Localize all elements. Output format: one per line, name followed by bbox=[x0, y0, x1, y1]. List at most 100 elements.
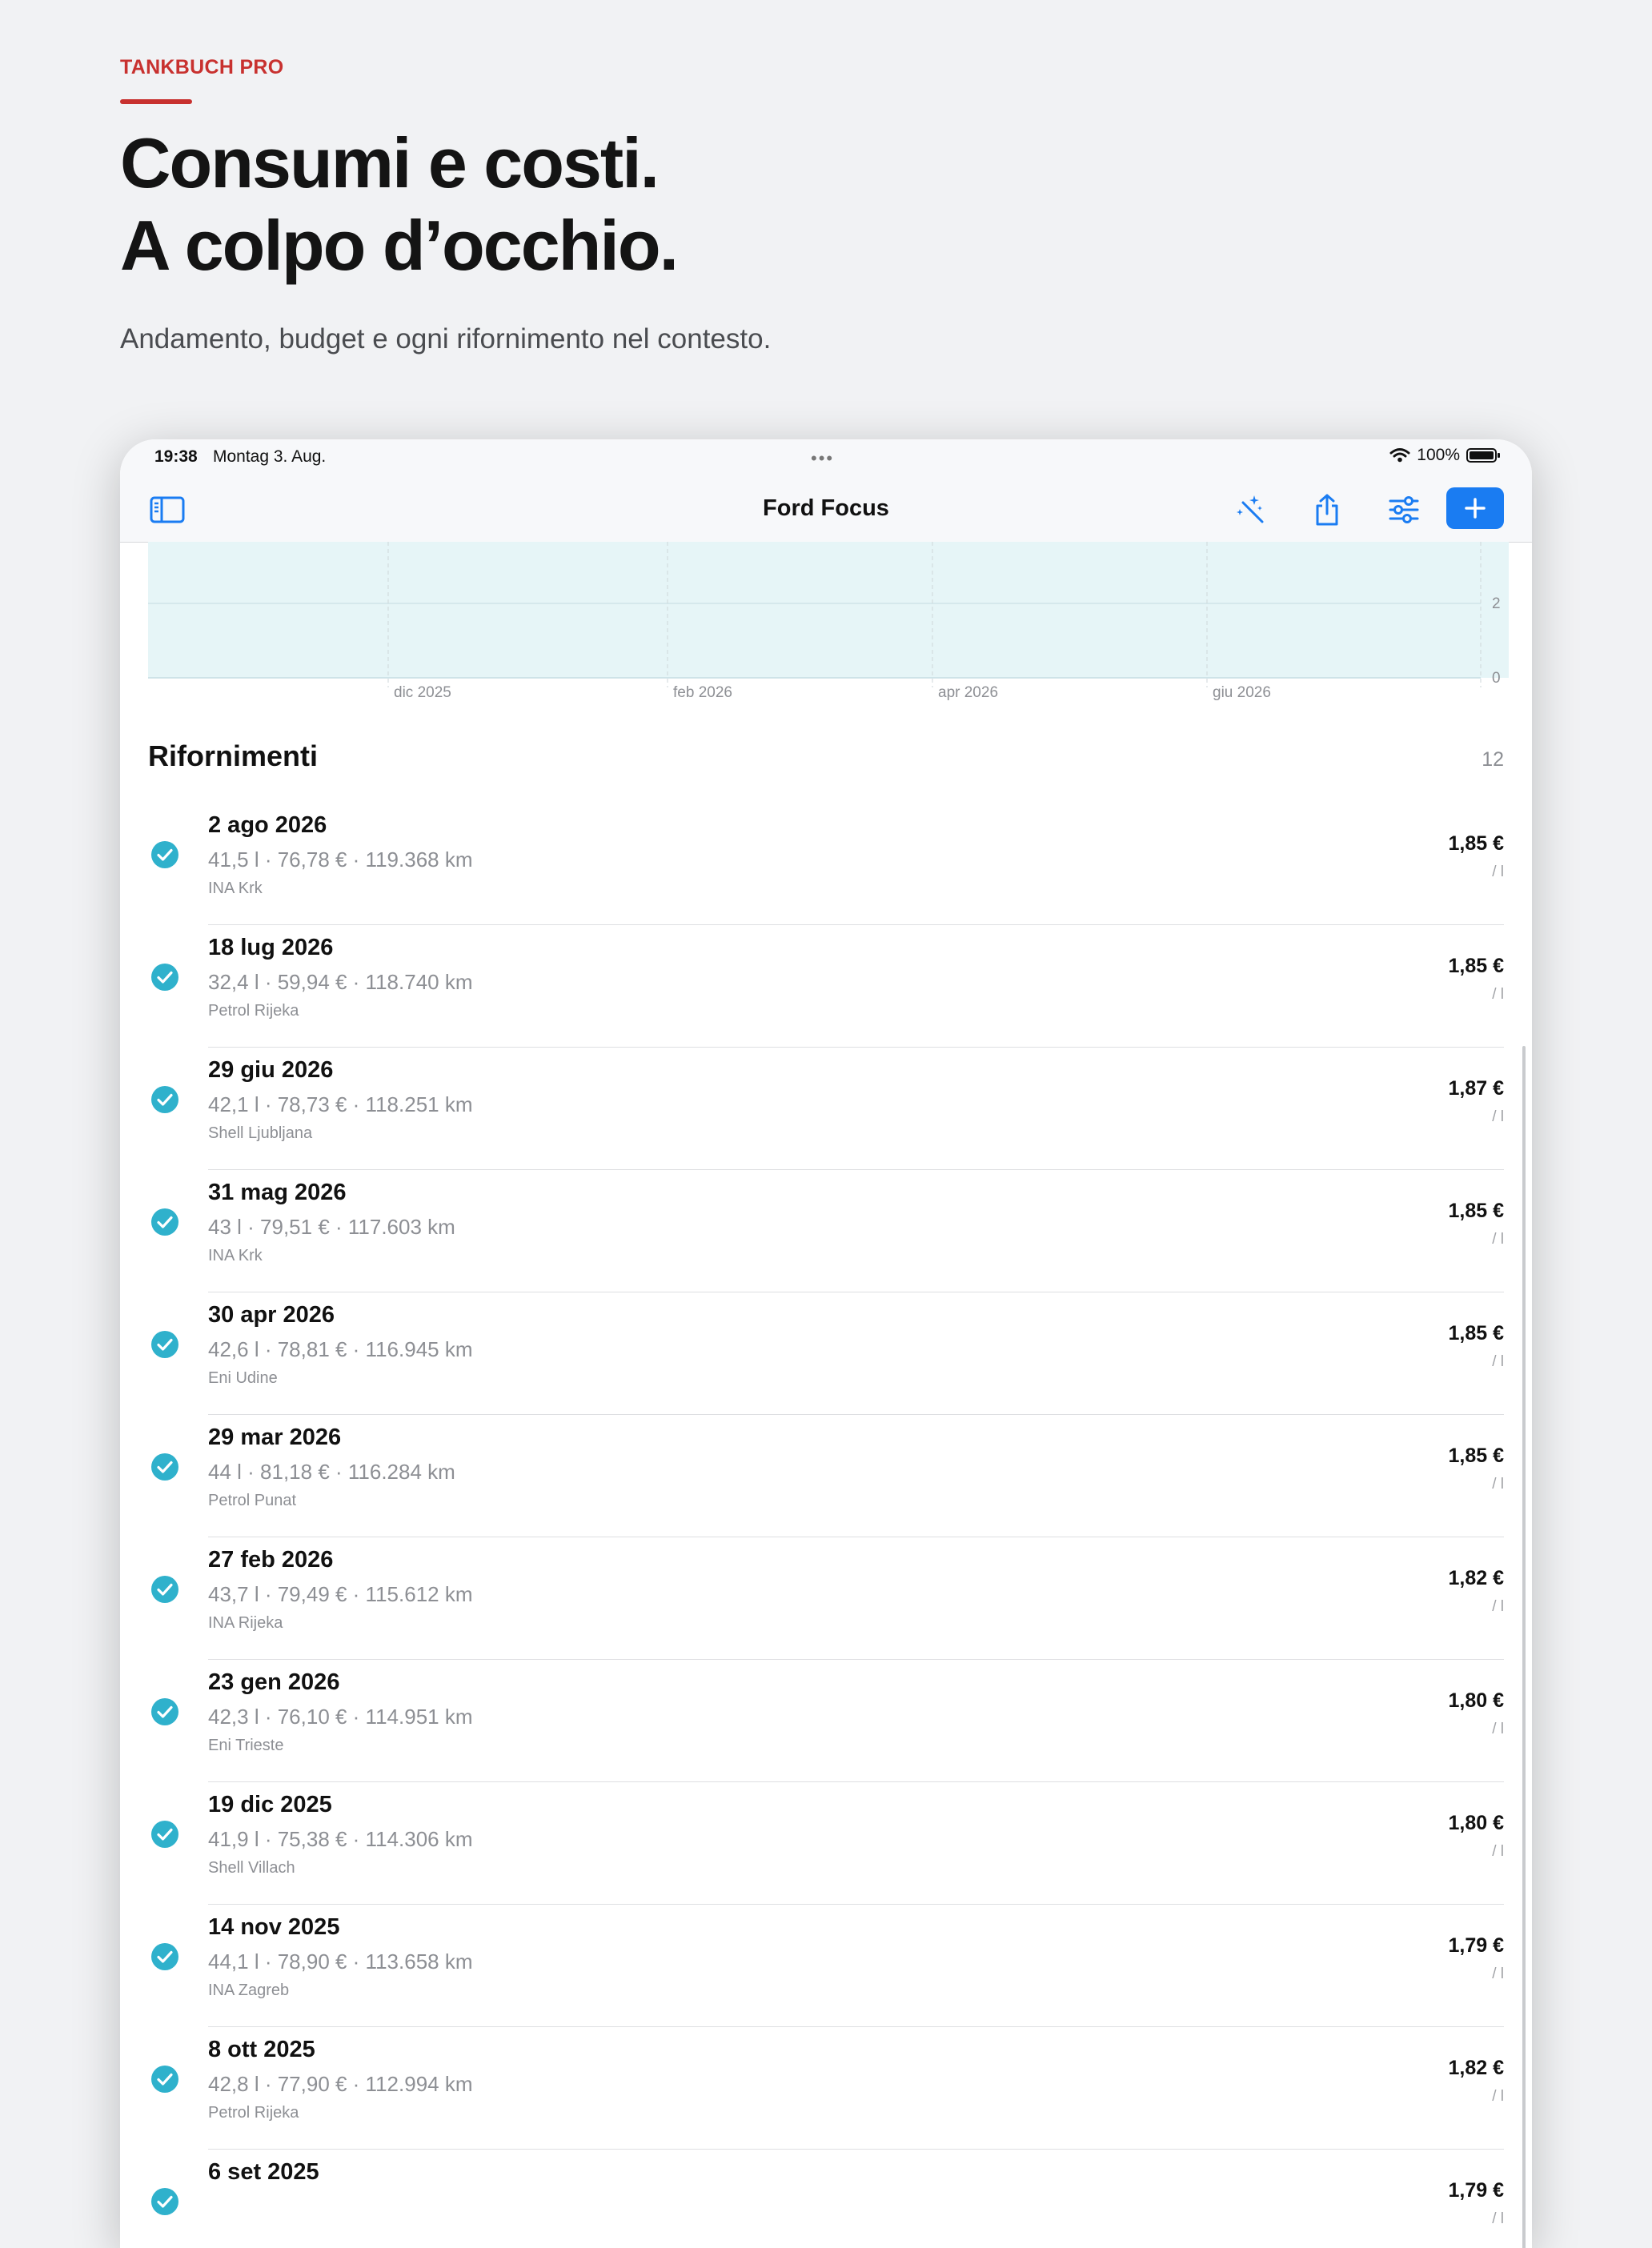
share-icon[interactable] bbox=[1308, 491, 1346, 529]
refuel-date: 23 gen 2026 bbox=[208, 1669, 340, 1695]
refuel-list: 2 ago 2026 41,5 l · 76,78 € · 119.368 km… bbox=[120, 803, 1532, 2248]
refuel-price: 1,79 € bbox=[1448, 2179, 1504, 2202]
refuel-row[interactable]: 18 lug 2026 32,4 l · 59,94 € · 118.740 k… bbox=[120, 925, 1532, 1048]
refuel-detail: 42,1 l · 78,73 € · 118.251 km bbox=[208, 1092, 473, 1116]
chart-y-label: 0 bbox=[1492, 670, 1501, 687]
status-time: 19:38 bbox=[154, 447, 198, 466]
refuel-date: 29 mar 2026 bbox=[208, 1425, 342, 1450]
checkmark-circle-icon bbox=[151, 1943, 178, 1970]
refuel-station: Petrol Rijeka bbox=[208, 1002, 299, 1020]
refuel-row[interactable]: 23 gen 2026 42,3 l · 76,10 € · 114.951 k… bbox=[120, 1660, 1532, 1782]
refuel-detail: 41,5 l · 76,78 € · 119.368 km bbox=[208, 848, 473, 872]
refuel-price: 1,85 € bbox=[1448, 1322, 1504, 1344]
refuel-detail: 41,9 l · 75,38 € · 114.306 km bbox=[208, 1827, 473, 1851]
status-date: Montag 3. Aug. bbox=[213, 447, 327, 466]
magic-wand-icon[interactable] bbox=[1231, 491, 1269, 529]
refuel-price-unit: / l bbox=[1492, 1476, 1504, 1493]
refuel-date: 27 feb 2026 bbox=[208, 1547, 334, 1573]
refuel-station: Shell Ljubljana bbox=[208, 1124, 313, 1142]
checkmark-circle-icon bbox=[151, 1698, 178, 1725]
refuel-station: INA Zagreb bbox=[208, 1982, 290, 1999]
refuel-row[interactable]: 31 mag 2026 43 l · 79,51 € · 117.603 km … bbox=[120, 1170, 1532, 1292]
section-count: 12 bbox=[1482, 748, 1504, 771]
section-title: Rifornimenti bbox=[148, 739, 318, 772]
checkmark-circle-icon bbox=[151, 1453, 178, 1481]
checkmark-circle-icon bbox=[151, 964, 178, 991]
promo-headline: Consumi e costi. A colpo d’occhio. bbox=[120, 122, 679, 287]
refuel-row[interactable]: 27 feb 2026 43,7 l · 79,49 € · 115.612 k… bbox=[120, 1537, 1532, 1660]
refuel-station: Petrol Punat bbox=[208, 1492, 297, 1509]
chart-x-label: feb 2026 bbox=[673, 684, 732, 701]
refuel-price: 1,80 € bbox=[1448, 1812, 1504, 1834]
promo-eyebrow: TANKBUCH PRO bbox=[120, 56, 284, 78]
refuel-row[interactable]: 14 nov 2025 44,1 l · 78,90 € · 113.658 k… bbox=[120, 1905, 1532, 2027]
chart-area-fill bbox=[148, 542, 1509, 678]
plus-icon bbox=[1465, 498, 1486, 519]
refuel-station: INA Krk bbox=[208, 880, 263, 897]
battery-icon bbox=[1466, 448, 1500, 463]
refuel-row[interactable]: 29 giu 2026 42,1 l · 78,73 € · 118.251 k… bbox=[120, 1048, 1532, 1170]
status-bar: 19:38 Montag 3. Aug. ••• 100% bbox=[120, 439, 1532, 475]
promo-eyebrow-underline bbox=[120, 99, 192, 104]
promo-subline: Andamento, budget e ogni rifornimento ne… bbox=[120, 323, 772, 355]
refuel-detail: 43,7 l · 79,49 € · 115.612 km bbox=[208, 1582, 473, 1606]
refuel-station: Eni Udine bbox=[208, 1369, 278, 1387]
refuel-price-unit: / l bbox=[1492, 986, 1504, 1003]
chart-y-label: 2 bbox=[1492, 595, 1501, 612]
refuel-price: 1,79 € bbox=[1448, 1934, 1504, 1957]
checkmark-circle-icon bbox=[151, 1086, 178, 1113]
refuel-date: 19 dic 2025 bbox=[208, 1792, 332, 1817]
promo-headline-line-2: A colpo d’occhio. bbox=[120, 206, 679, 285]
refuel-station: INA Rijeka bbox=[208, 1614, 283, 1632]
refuel-price: 1,85 € bbox=[1448, 832, 1504, 855]
chart-x-label: dic 2025 bbox=[394, 684, 451, 701]
refuel-detail: 42,8 l · 77,90 € · 112.994 km bbox=[208, 2072, 473, 2096]
sliders-icon[interactable] bbox=[1385, 491, 1423, 529]
refuel-price: 1,82 € bbox=[1448, 2057, 1504, 2079]
checkmark-circle-icon bbox=[151, 1821, 178, 1848]
wifi-icon bbox=[1389, 448, 1410, 463]
checkmark-circle-icon bbox=[151, 2066, 178, 2093]
refuel-price-unit: / l bbox=[1492, 2210, 1504, 2227]
refuel-station: INA Krk bbox=[208, 1247, 263, 1264]
refuel-station: Shell Villach bbox=[208, 1859, 295, 1877]
refuel-row[interactable]: 6 set 2025 1,79 € / l bbox=[120, 2150, 1532, 2248]
refuel-price: 1,80 € bbox=[1448, 1689, 1504, 1712]
checkmark-circle-icon bbox=[151, 841, 178, 868]
refuel-row[interactable]: 8 ott 2025 42,8 l · 77,90 € · 112.994 km… bbox=[120, 2027, 1532, 2150]
refuel-date: 18 lug 2026 bbox=[208, 935, 334, 960]
refuel-price-unit: / l bbox=[1492, 1353, 1504, 1370]
refuel-date: 8 ott 2025 bbox=[208, 2037, 315, 2062]
refuel-station: Eni Trieste bbox=[208, 1737, 284, 1754]
checkmark-circle-icon bbox=[151, 1576, 178, 1603]
refuel-detail: 42,6 l · 78,81 € · 116.945 km bbox=[208, 1337, 473, 1361]
multitasking-dots-icon[interactable]: ••• bbox=[811, 448, 834, 469]
refuel-detail: 42,3 l · 76,10 € · 114.951 km bbox=[208, 1705, 473, 1729]
refuel-row[interactable]: 19 dic 2025 41,9 l · 75,38 € · 114.306 k… bbox=[120, 1782, 1532, 1905]
chart-x-label: apr 2026 bbox=[938, 684, 998, 701]
navigation-bar: Ford Focus bbox=[120, 475, 1532, 543]
refuel-row[interactable]: 2 ago 2026 41,5 l · 76,78 € · 119.368 km… bbox=[120, 803, 1532, 925]
chart-x-label: giu 2026 bbox=[1213, 684, 1271, 701]
ipad-screen: 19:38 Montag 3. Aug. ••• 100% Ford Focus bbox=[120, 439, 1532, 2248]
refuel-date: 14 nov 2025 bbox=[208, 1914, 340, 1940]
refuel-price-unit: / l bbox=[1492, 864, 1504, 880]
refuel-row[interactable]: 29 mar 2026 44 l · 81,18 € · 116.284 km … bbox=[120, 1415, 1532, 1537]
refuel-detail: 43 l · 79,51 € · 117.603 km bbox=[208, 1215, 455, 1239]
refuel-date: 29 giu 2026 bbox=[208, 1057, 334, 1083]
refuel-price-unit: / l bbox=[1492, 1598, 1504, 1615]
refuel-station: Petrol Rijeka bbox=[208, 2104, 299, 2122]
refuel-detail: 32,4 l · 59,94 € · 118.740 km bbox=[208, 970, 473, 994]
refuel-price: 1,85 € bbox=[1448, 1445, 1504, 1467]
refuel-price-unit: / l bbox=[1492, 1108, 1504, 1125]
refuel-date: 2 ago 2026 bbox=[208, 812, 327, 838]
refuel-price-unit: / l bbox=[1492, 1843, 1504, 1860]
refuel-price-unit: / l bbox=[1492, 1965, 1504, 1982]
add-refuel-button[interactable] bbox=[1446, 487, 1504, 529]
refuel-price: 1,82 € bbox=[1448, 1567, 1504, 1589]
scrollbar[interactable] bbox=[1522, 1046, 1526, 2248]
checkmark-circle-icon bbox=[151, 1208, 178, 1236]
refuel-row[interactable]: 30 apr 2026 42,6 l · 78,81 € · 116.945 k… bbox=[120, 1292, 1532, 1415]
refuel-date: 30 apr 2026 bbox=[208, 1302, 335, 1328]
promo-headline-line-1: Consumi e costi. bbox=[120, 123, 660, 202]
